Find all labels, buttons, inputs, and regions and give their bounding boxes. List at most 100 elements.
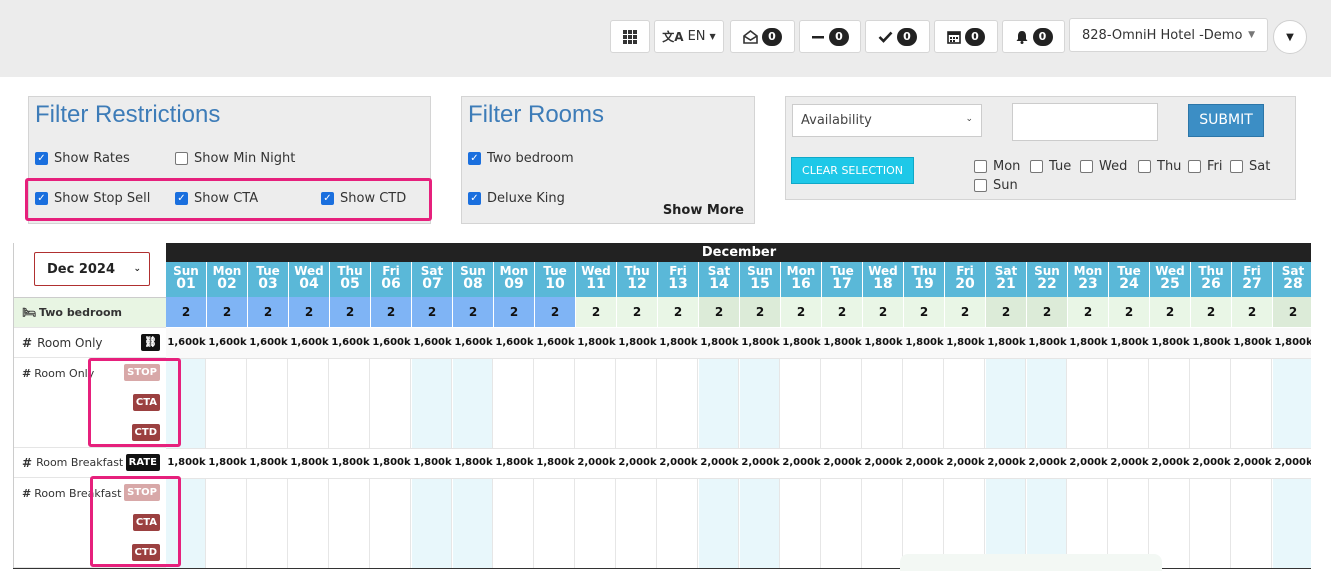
month-picker[interactable]: Dec 2024 ⌄: [34, 252, 150, 286]
rate-cell[interactable]: 2,000k: [617, 448, 658, 478]
rate-cell[interactable]: 1,800k: [289, 448, 330, 478]
rate-cell[interactable]: 1,800k: [945, 328, 986, 358]
availability-cell[interactable]: 2: [371, 297, 412, 327]
rate-cell[interactable]: 1,800k: [986, 328, 1027, 358]
availability-cell[interactable]: 2: [1150, 297, 1191, 327]
availability-cell[interactable]: 2: [1027, 297, 1068, 327]
rate-cell[interactable]: 2,000k: [945, 448, 986, 478]
rate-cell[interactable]: 1,800k: [1273, 328, 1311, 358]
rate-cell[interactable]: 2,000k: [576, 448, 617, 478]
rate-cell[interactable]: 1,800k: [535, 448, 576, 478]
rate-cell[interactable]: 1,800k: [740, 328, 781, 358]
rate-cell[interactable]: 2,000k: [740, 448, 781, 478]
day-sat-checkbox[interactable]: Sat: [1230, 159, 1270, 174]
rate-cell[interactable]: 1,800k: [494, 448, 535, 478]
availability-cell[interactable]: 2: [576, 297, 617, 327]
rate-cell[interactable]: 1,800k: [371, 448, 412, 478]
rate-cell[interactable]: 1,800k: [863, 328, 904, 358]
availability-cell[interactable]: 2: [986, 297, 1027, 327]
rate-cell[interactable]: 1,600k: [289, 328, 330, 358]
rate-cell[interactable]: 1,800k: [166, 448, 207, 478]
rate-cell[interactable]: 2,000k: [986, 448, 1027, 478]
rate-cell[interactable]: 1,600k: [248, 328, 289, 358]
rate-cell[interactable]: 1,800k: [658, 328, 699, 358]
day-thu-checkbox[interactable]: Thu: [1138, 159, 1181, 174]
rate-cell[interactable]: 2,000k: [1273, 448, 1311, 478]
day-fri-checkbox[interactable]: Fri: [1188, 159, 1223, 174]
notifications-button[interactable]: 0: [1002, 20, 1065, 53]
deluxe-king-checkbox[interactable]: ✓ Deluxe King: [468, 191, 565, 206]
availability-cell[interactable]: 2: [1273, 297, 1311, 327]
two-bedroom-checkbox[interactable]: ✓ Two bedroom: [468, 151, 574, 166]
day-tue-checkbox[interactable]: Tue: [1030, 159, 1071, 174]
calendar-button[interactable]: 0: [934, 20, 998, 53]
rate-cell[interactable]: 2,000k: [822, 448, 863, 478]
rate-cell[interactable]: 1,800k: [781, 328, 822, 358]
value-input[interactable]: [1012, 103, 1158, 141]
rate-cell[interactable]: 2,000k: [1109, 448, 1150, 478]
day-mon-checkbox[interactable]: Mon: [974, 159, 1020, 174]
availability-cell[interactable]: 2: [699, 297, 740, 327]
rate-cell[interactable]: 1,800k: [1027, 328, 1068, 358]
rate-cell[interactable]: 1,600k: [330, 328, 371, 358]
user-menu-button[interactable]: ▼: [1273, 20, 1307, 54]
show-rates-checkbox[interactable]: ✓ Show Rates: [35, 151, 130, 166]
messages-button[interactable]: 0: [730, 20, 795, 53]
rate-cell[interactable]: 2,000k: [904, 448, 945, 478]
rate-cell[interactable]: 1,600k: [494, 328, 535, 358]
rate-tag[interactable]: RATE: [125, 454, 160, 471]
availability-cell[interactable]: 2: [740, 297, 781, 327]
show-min-night-checkbox[interactable]: Show Min Night: [175, 151, 295, 166]
availability-cell[interactable]: 2: [863, 297, 904, 327]
submit-button[interactable]: SUBMIT: [1188, 104, 1264, 137]
rate-cell[interactable]: 1,800k: [1109, 328, 1150, 358]
availability-cell[interactable]: 2: [207, 297, 248, 327]
rate-cell[interactable]: 1,800k: [1191, 328, 1232, 358]
rate-cell[interactable]: 1,800k: [617, 328, 658, 358]
chat-widget[interactable]: [900, 554, 1162, 571]
clear-selection-button[interactable]: CLEAR SELECTION: [791, 157, 914, 184]
availability-cell[interactable]: 2: [617, 297, 658, 327]
language-button[interactable]: 文A EN ▼: [654, 20, 724, 53]
availability-cell[interactable]: 2: [330, 297, 371, 327]
confirmed-button[interactable]: 0: [865, 20, 930, 53]
day-wed-checkbox[interactable]: Wed: [1080, 159, 1127, 174]
hotel-select[interactable]: 828-OmniH Hotel -Demo ▼: [1069, 18, 1268, 52]
availability-cell[interactable]: 2: [1232, 297, 1273, 327]
rate-cell[interactable]: 2,000k: [863, 448, 904, 478]
availability-cell[interactable]: 2: [781, 297, 822, 327]
rate-cell[interactable]: 1,600k: [166, 328, 207, 358]
availability-cell[interactable]: 2: [1068, 297, 1109, 327]
rate-cell[interactable]: 1,600k: [412, 328, 453, 358]
rate-cell[interactable]: 1,800k: [1068, 328, 1109, 358]
availability-cell[interactable]: 2: [1109, 297, 1150, 327]
rate-cell[interactable]: 1,600k: [207, 328, 248, 358]
rate-cell[interactable]: 1,600k: [371, 328, 412, 358]
apps-grid-button[interactable]: [610, 20, 650, 53]
availability-cell[interactable]: 2: [1191, 297, 1232, 327]
availability-cell[interactable]: 2: [945, 297, 986, 327]
rate-cell[interactable]: 2,000k: [1068, 448, 1109, 478]
rate-cell[interactable]: 1,800k: [1232, 328, 1273, 358]
rate-cell[interactable]: 1,800k: [699, 328, 740, 358]
field-select[interactable]: Availability ⌄: [792, 104, 982, 137]
rate-cell[interactable]: 2,000k: [699, 448, 740, 478]
day-sun-checkbox[interactable]: Sun: [974, 178, 1018, 193]
rate-cell[interactable]: 1,800k: [1150, 328, 1191, 358]
availability-cell[interactable]: 2: [822, 297, 863, 327]
show-stop-sell-checkbox[interactable]: ✓ Show Stop Sell: [35, 191, 150, 206]
rate-cell[interactable]: 2,000k: [1027, 448, 1068, 478]
rate-cell[interactable]: 2,000k: [781, 448, 822, 478]
availability-cell[interactable]: 2: [904, 297, 945, 327]
rate-cell[interactable]: 1,800k: [904, 328, 945, 358]
availability-cell[interactable]: 2: [494, 297, 535, 327]
show-more-link[interactable]: Show More: [663, 203, 744, 218]
link-icon[interactable]: ⛓: [141, 334, 160, 351]
rate-cell[interactable]: 2,000k: [1150, 448, 1191, 478]
rate-cell[interactable]: 1,800k: [248, 448, 289, 478]
show-cta-checkbox[interactable]: ✓ Show CTA: [175, 191, 258, 206]
rate-cell[interactable]: 2,000k: [1232, 448, 1273, 478]
availability-cell[interactable]: 2: [453, 297, 494, 327]
rate-cell[interactable]: 1,800k: [822, 328, 863, 358]
pending-button[interactable]: 0: [799, 20, 861, 53]
